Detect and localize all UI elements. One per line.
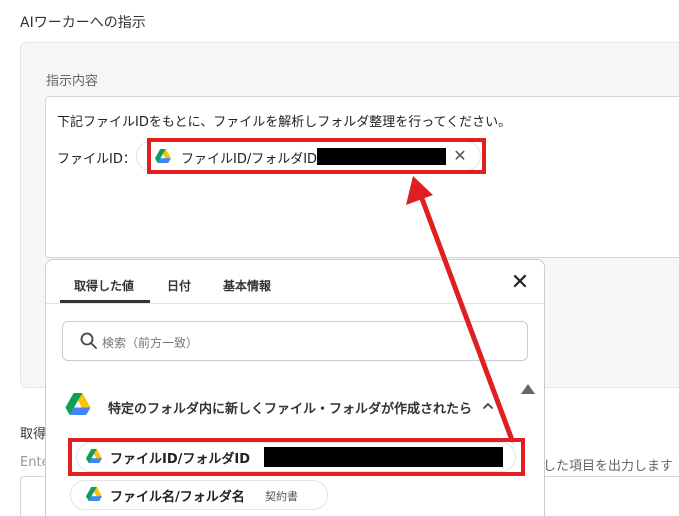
- close-icon[interactable]: ✕: [510, 272, 530, 294]
- file-id-label: ファイルID：: [57, 152, 136, 167]
- highlight-box: [68, 438, 525, 476]
- tab-acquired-values[interactable]: 取得した値: [74, 277, 134, 294]
- section-title: AIワーカーへの指示: [20, 15, 146, 31]
- value-picker-popup: [45, 259, 545, 516]
- tabs-divider: [46, 303, 544, 304]
- trigger-group-title[interactable]: 特定のフォルダ内に新しくファイル・フォルダが作成されたら: [108, 398, 472, 417]
- highlight-box: [147, 138, 486, 174]
- value-item-label: ファイル名/フォルダ名: [110, 490, 245, 505]
- output-label: 取得: [20, 427, 47, 442]
- scrollbar-up-arrow[interactable]: [521, 384, 535, 394]
- search-placeholder: 検索（前方一致）: [102, 336, 199, 350]
- instruction-text-line: 下記ファイルIDをもとに、ファイルを解析しフォルダ整理を行ってください。: [57, 115, 512, 130]
- chevron-up-icon[interactable]: [481, 399, 495, 413]
- google-drive-icon: [86, 487, 102, 501]
- instruction-label: 指示内容: [46, 74, 99, 89]
- search-icon: [80, 332, 97, 349]
- output-description: した項目を出力します: [543, 459, 674, 474]
- google-drive-icon: [65, 393, 91, 415]
- value-item-value: 契約書: [265, 490, 298, 503]
- tab-date[interactable]: 日付: [167, 277, 191, 294]
- tab-basic-info[interactable]: 基本情報: [223, 277, 271, 294]
